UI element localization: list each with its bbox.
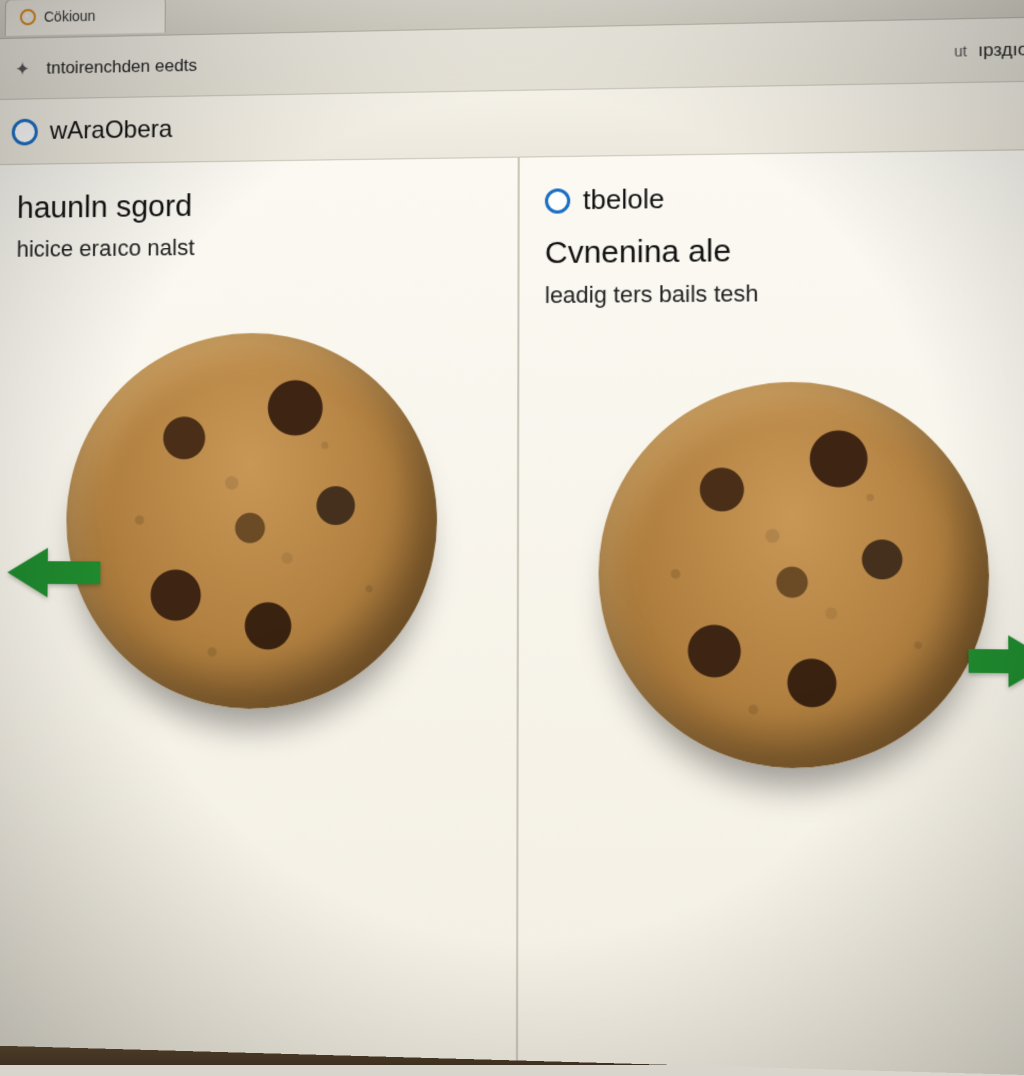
toolbar-right-text: ıpздıoıry bbox=[978, 38, 1024, 61]
chevron-icon[interactable]: ✦ bbox=[12, 58, 32, 79]
radio-circle-icon[interactable] bbox=[12, 118, 38, 145]
cookie-image bbox=[598, 381, 990, 771]
right-subtext: leadig ters bails tesh bbox=[545, 276, 1024, 311]
right-option-label: tbelole bbox=[583, 183, 664, 217]
globe-icon bbox=[20, 9, 36, 26]
left-heading: haunln sgord bbox=[17, 185, 493, 226]
toolbar-small-icons: ut bbox=[954, 42, 967, 59]
pane-left: haunln sgord hicice eraıco nalst bbox=[0, 158, 518, 1061]
left-subtext: hicice eraıco nalst bbox=[16, 229, 492, 265]
right-heading: Cvnenina ale bbox=[545, 230, 1024, 271]
arrow-right-icon[interactable] bbox=[1008, 635, 1024, 688]
subheader-label: wAraObera bbox=[50, 115, 173, 146]
right-cookie-wrap bbox=[544, 327, 1024, 826]
arrow-left-icon[interactable] bbox=[7, 548, 48, 598]
left-cookie-wrap bbox=[12, 279, 493, 765]
pane-right: tbelole Cvnenina ale leadig ters bails t… bbox=[516, 150, 1024, 1076]
toolbar-right: ut ıpздıoıry bbox=[954, 38, 1024, 61]
small-glyph: ut bbox=[954, 42, 967, 59]
radio-circle-icon[interactable] bbox=[545, 188, 570, 213]
browser-tab[interactable]: Cökioun bbox=[5, 0, 166, 35]
tab-title: Cökioun bbox=[44, 8, 96, 25]
toolbar-left-text: tntoirenchden eedts bbox=[46, 55, 197, 78]
right-option-header: tbelole bbox=[545, 178, 1024, 217]
main-split: haunln sgord hicice eraıco nalst tbelole… bbox=[0, 150, 1024, 1076]
cookie-image bbox=[65, 332, 438, 711]
